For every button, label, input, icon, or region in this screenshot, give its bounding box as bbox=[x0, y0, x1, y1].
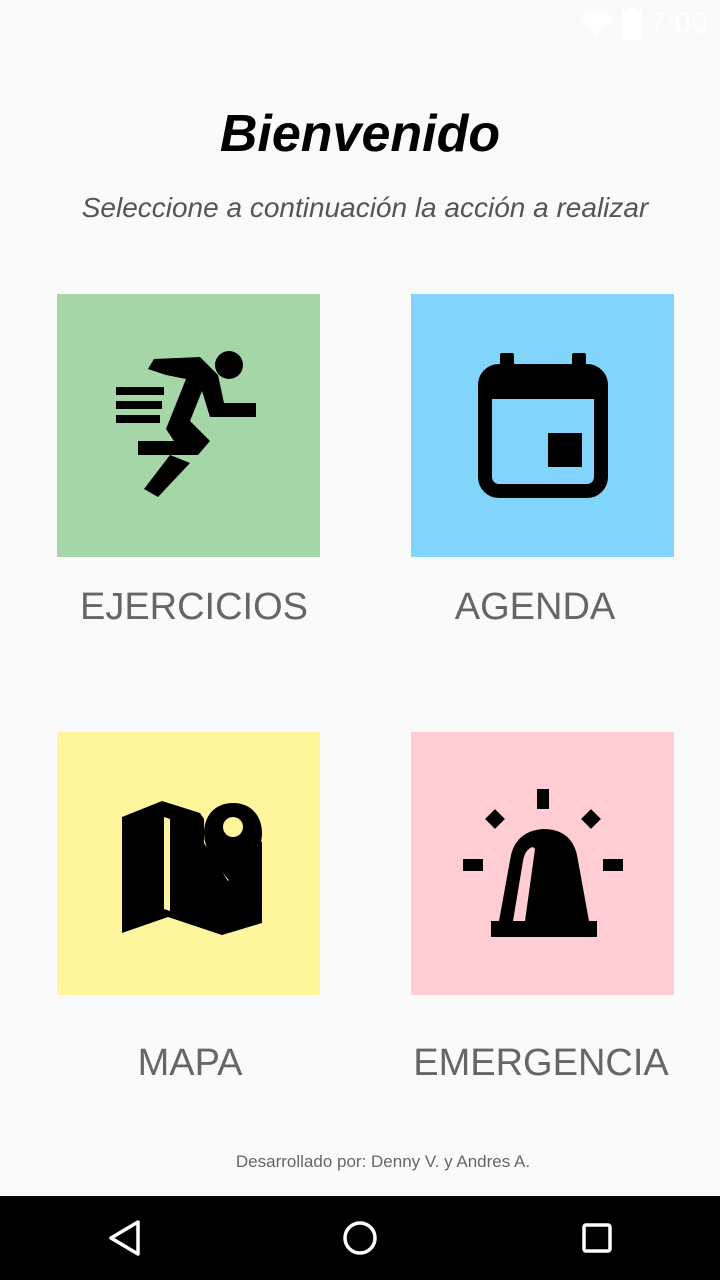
recents-icon[interactable] bbox=[575, 1216, 619, 1260]
battery-icon bbox=[621, 8, 642, 40]
navigation-bar bbox=[0, 1196, 720, 1280]
exercises-label[interactable]: EJERCICIOS bbox=[44, 586, 344, 629]
running-person-icon bbox=[114, 350, 264, 501]
map-label[interactable]: MAPA bbox=[40, 1042, 340, 1085]
status-time: 7:00 bbox=[649, 7, 708, 40]
wifi-icon bbox=[580, 10, 614, 38]
footer-credits: Desarrollado por: Denny V. y Andres A. bbox=[235, 1152, 531, 1171]
emergency-label[interactable]: EMERGENCIA bbox=[391, 1042, 691, 1085]
page-title: Bienvenido bbox=[219, 105, 501, 163]
agenda-tile[interactable] bbox=[411, 294, 674, 557]
home-icon[interactable] bbox=[338, 1216, 382, 1260]
page-subtitle: Seleccione a continuación la acción a re… bbox=[81, 192, 649, 223]
agenda-label[interactable]: AGENDA bbox=[385, 586, 685, 629]
calendar-icon bbox=[477, 352, 608, 499]
exercises-tile[interactable] bbox=[57, 294, 320, 557]
status-bar: 7:00 bbox=[0, 0, 720, 48]
map-tile[interactable] bbox=[57, 732, 320, 995]
back-icon[interactable] bbox=[102, 1216, 146, 1260]
emergency-tile[interactable] bbox=[411, 732, 674, 995]
siren-icon bbox=[462, 788, 623, 939]
map-pin-icon bbox=[114, 789, 264, 939]
